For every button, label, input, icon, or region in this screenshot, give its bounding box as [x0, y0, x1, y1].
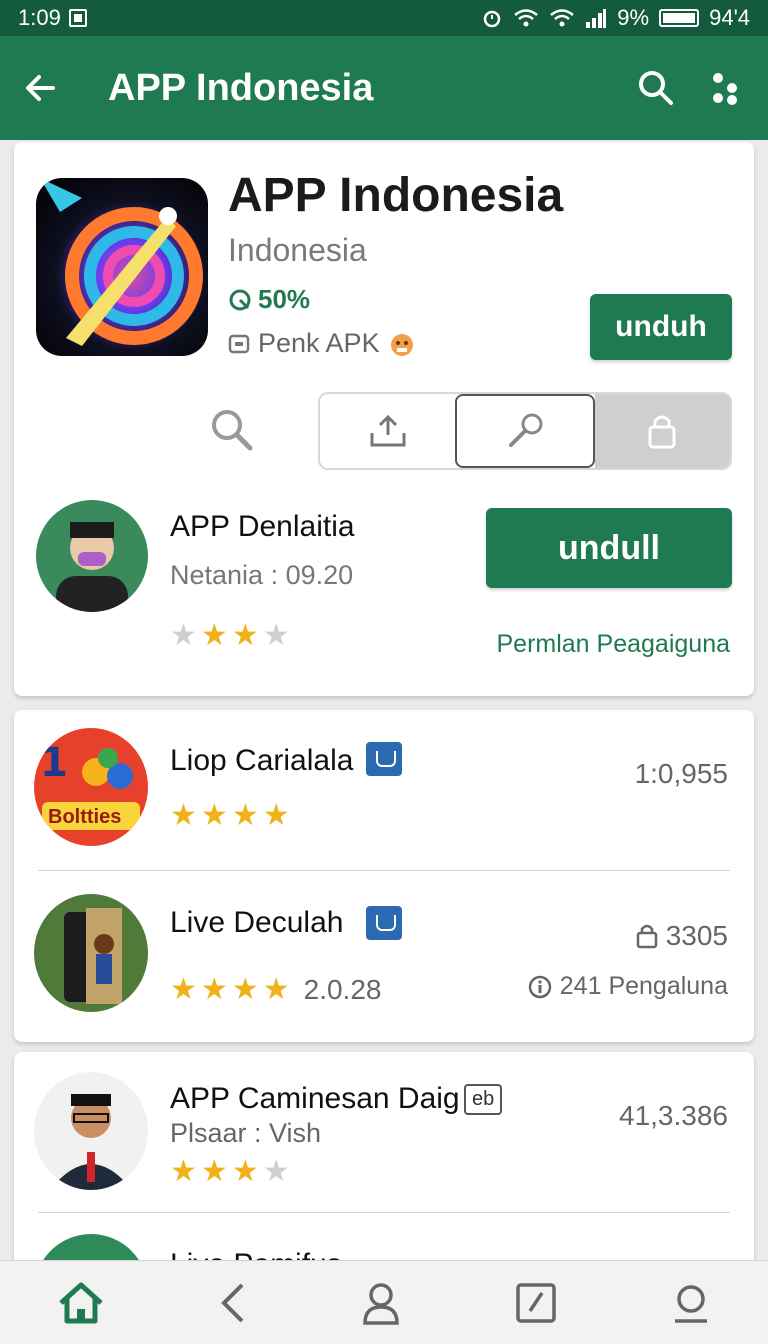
notification-icon — [68, 9, 87, 27]
star-icon: ★ — [200, 1155, 228, 1188]
lock-icon — [648, 415, 676, 449]
star-icon: ★ — [170, 799, 197, 832]
profile-icon[interactable] — [361, 1281, 401, 1325]
wifi-icon-2 — [550, 9, 575, 27]
arrow-left-icon — [26, 75, 55, 101]
rating-text: 2.0.28 — [303, 973, 382, 1005]
wifi-icon — [514, 9, 539, 27]
download-count-value: 3305 — [665, 920, 728, 951]
wrench-icon — [508, 413, 543, 447]
divider — [38, 870, 730, 871]
apk-label: Penk APK — [258, 328, 380, 358]
battery-percent: 9% — [617, 5, 650, 30]
star-icon: ★ — [170, 619, 197, 652]
download-count: 41,3.386 — [619, 1100, 728, 1131]
verified-badge — [366, 742, 402, 776]
rating-stars: ★ ★ ★ ★ — [170, 1154, 290, 1189]
battery-icon — [659, 9, 700, 27]
home-icon[interactable] — [57, 1281, 105, 1325]
search-icon[interactable] — [638, 70, 674, 106]
rating-stars: ★ ★ ★ ★ 2.0.28 — [170, 972, 381, 1007]
list-item-title: APP Caminesan Daig — [170, 1082, 460, 1115]
info-icon — [528, 975, 552, 998]
svg-text:1: 1 — [40, 740, 68, 786]
star-icon: ★ — [200, 619, 228, 652]
app-subtitle: Indonesia — [228, 232, 367, 268]
percent-value: 50% — [258, 284, 311, 314]
download-count: 3305 — [636, 920, 728, 952]
lock-icon — [636, 924, 657, 949]
more-options-icon[interactable] — [710, 70, 740, 106]
upload-icon — [370, 414, 406, 447]
divider — [38, 1212, 730, 1213]
star-icon: ★ — [231, 619, 259, 652]
user-count: 241 Pengaluna — [528, 972, 728, 1001]
bottom-navigation — [0, 1260, 768, 1344]
back-button[interactable] — [0, 73, 80, 103]
list-item-title: Liop Carialala — [170, 744, 354, 777]
star-icon: ★ — [262, 799, 290, 832]
app-icon — [34, 1072, 148, 1190]
tab-lock[interactable] — [594, 394, 730, 468]
avatar — [36, 500, 148, 612]
download-button[interactable]: unduh — [590, 294, 732, 360]
app-icon-label: Boltties — [48, 806, 122, 828]
app-detail-card: APP Indonesia Indonesia 50% Penk APK und… — [14, 142, 754, 696]
download-count: 1:0,955 — [634, 758, 728, 789]
status-extra: 94'4 — [709, 5, 750, 30]
app-list-card: APP Caminesan Daig eb Plsaar : Vish 41,3… — [14, 1052, 754, 1294]
tab-share[interactable] — [320, 394, 455, 468]
signal-icon — [586, 9, 607, 28]
app-icon — [36, 178, 208, 356]
tag-label: eb — [464, 1084, 503, 1115]
apk-icon — [228, 334, 250, 353]
featured-meta: Netania : 09.20 — [170, 560, 354, 590]
list-item-title: Live Deculah — [170, 906, 344, 939]
download-button[interactable]: undull — [486, 508, 732, 588]
star-icon: ★ — [170, 1155, 197, 1188]
star-icon: ★ — [231, 1155, 259, 1188]
app-title: APP Indonesia — [228, 169, 564, 222]
tab-tools[interactable] — [455, 394, 595, 468]
rating-stars: ★ ★ ★ ★ — [170, 618, 290, 653]
page-title: APP Indonesia — [108, 66, 374, 109]
search-icon[interactable] — [210, 408, 254, 452]
star-icon: ★ — [200, 973, 228, 1006]
star-icon: ★ — [200, 799, 228, 832]
rating-icon — [229, 289, 251, 310]
status-time: 1:09 — [18, 5, 61, 30]
user-count-value: 241 Pengaluna — [559, 972, 728, 1000]
app-icon: 1 Boltties — [34, 728, 148, 846]
bookmark-icon[interactable] — [514, 1281, 558, 1325]
account-icon[interactable] — [671, 1281, 711, 1325]
apk-info: Penk APK — [228, 328, 416, 359]
star-icon: ★ — [262, 619, 290, 652]
action-tabs — [318, 392, 732, 470]
star-icon: ★ — [231, 799, 259, 832]
alarm-icon — [484, 10, 501, 28]
list-item-meta: Plsaar : Vish — [170, 1118, 322, 1148]
back-icon[interactable] — [218, 1281, 248, 1325]
star-icon: ★ — [262, 973, 290, 1006]
app-percent: 50% — [228, 284, 310, 315]
featured-title: APP Denlaitia — [170, 510, 355, 543]
mascot-icon — [390, 333, 413, 356]
star-icon: ★ — [262, 1155, 290, 1188]
status-bar: 1:09 9% 94'4 — [0, 0, 768, 36]
star-icon: ★ — [231, 973, 259, 1006]
app-list-card: 1 Boltties Liop Carialala 1:0,955 ★ ★ ★ ★ L… — [14, 710, 754, 1042]
app-bar: APP Indonesia — [0, 36, 768, 140]
permission-link[interactable]: Permlan Peagaiguna — [497, 630, 731, 659]
rating-stars: ★ ★ ★ ★ — [170, 798, 290, 833]
app-icon — [34, 894, 148, 1012]
star-icon: ★ — [170, 973, 197, 1006]
verified-badge — [366, 906, 402, 940]
